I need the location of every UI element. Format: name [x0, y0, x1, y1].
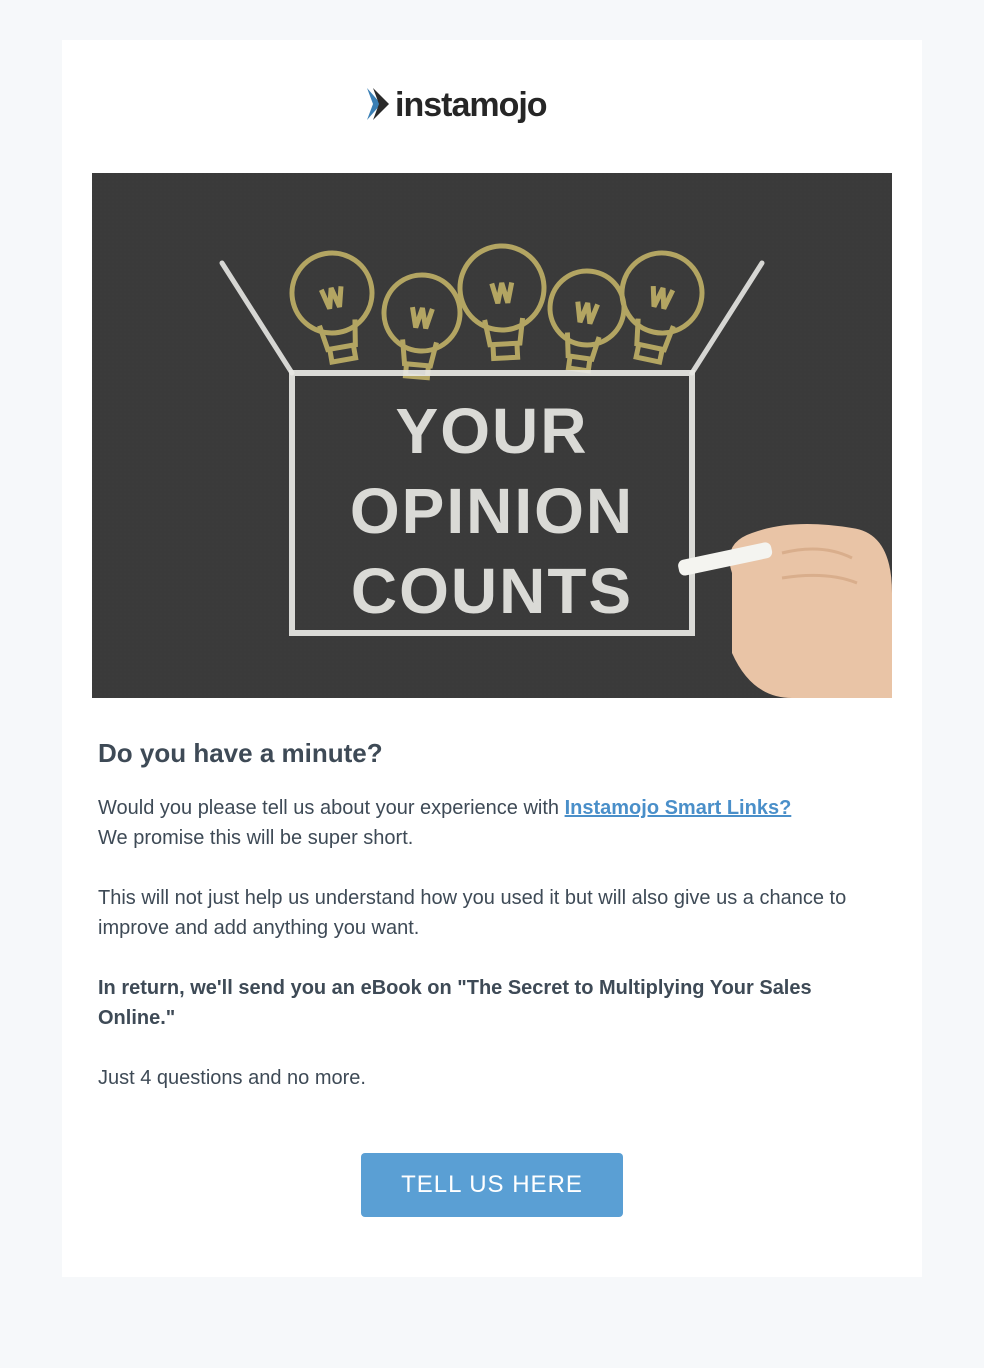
hero-image: YOUR OPINION COUNTS	[92, 173, 892, 698]
arrow-icon	[367, 88, 389, 120]
paragraph-count: Just 4 questions and no more.	[98, 1063, 886, 1093]
paragraph-intro: Would you please tell us about your expe…	[98, 793, 886, 823]
hero-text-line1: YOUR	[396, 395, 589, 467]
brand-wordmark: instamojo	[395, 86, 547, 124]
intro-text-pre: Would you please tell us about your expe…	[98, 797, 565, 819]
smart-links-link[interactable]: Instamojo Smart Links?	[565, 797, 792, 819]
hero-text-line2: OPINION	[350, 475, 634, 547]
paragraph-promise: We promise this will be super short.	[98, 823, 886, 853]
logo-area: instamojo	[92, 70, 892, 173]
brand-logo: instamojo	[367, 80, 617, 128]
reward-bold: In return, we'll send you an eBook on "T…	[98, 977, 812, 1029]
hero-text-line3: COUNTS	[351, 555, 633, 627]
email-card: instamojo	[62, 40, 922, 1277]
content-area: Do you have a minute? Would you please t…	[92, 738, 892, 1217]
paragraph-help: This will not just help us understand ho…	[98, 883, 886, 943]
cta-button[interactable]: TELL US HERE	[361, 1153, 623, 1217]
cta-wrap: TELL US HERE	[98, 1123, 886, 1217]
paragraph-reward: In return, we'll send you an eBook on "T…	[98, 973, 886, 1033]
heading: Do you have a minute?	[98, 738, 886, 769]
